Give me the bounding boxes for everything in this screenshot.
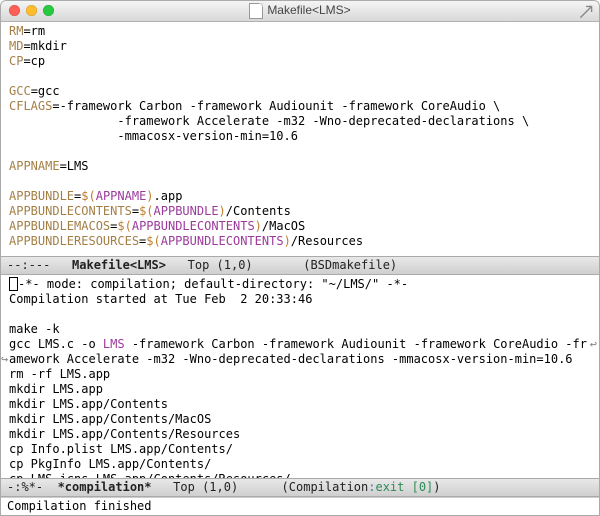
window-title-text: Makefile<LMS>	[267, 3, 350, 18]
modeline-bottom[interactable]: -:%*- *compilation* Top (1,0) (Compilati…	[1, 478, 599, 497]
point-cursor-icon	[9, 277, 18, 291]
source-line: GCC=gcc	[9, 84, 591, 99]
source-line	[9, 69, 591, 84]
compilation-line: mkdir LMS.app/Contents	[9, 397, 591, 412]
source-line: -framework Accelerate -m32 -Wno-deprecat…	[9, 114, 591, 129]
source-line: CFLAGS=-framework Carbon -framework Audi…	[9, 99, 591, 114]
source-pane[interactable]: RM=rmMD=mkdirCP=cp GCC=gccCFLAGS=-framew…	[1, 22, 599, 256]
modeline-mod: --:---	[7, 258, 72, 272]
compilation-line: gcc LMS.c -o LMS -framework Carbon -fram…	[9, 337, 591, 352]
modeline-tail: )	[433, 480, 440, 494]
source-line	[9, 144, 591, 159]
modeline-mode: (BSDmakefile)	[303, 258, 397, 272]
compilation-line: make -k	[9, 322, 591, 337]
modeline-pos: Top (1,0) (Compilation	[152, 480, 369, 494]
modeline-pos: Top (1,0)	[166, 258, 303, 272]
compilation-line: cp LMS.icns LMS.app/Contents/Resources/	[9, 472, 591, 479]
modeline-mod: -:%*-	[7, 480, 58, 494]
compilation-line: cp PkgInfo LMS.app/Contents/	[9, 457, 591, 472]
compilation-pane[interactable]: -*- mode: compilation; default-directory…	[1, 275, 599, 479]
modeline-top[interactable]: --:--- Makefile<LMS> Top (1,0) (BSDmakef…	[1, 256, 599, 275]
compilation-line: mkdir LMS.app	[9, 382, 591, 397]
document-icon	[249, 3, 263, 19]
source-line	[9, 174, 591, 189]
source-line: CP=cp	[9, 54, 591, 69]
compilation-header: Compilation started at Tue Feb 2 20:33:4…	[9, 292, 591, 307]
source-line: APPNAME=LMS	[9, 159, 591, 174]
source-line: -mmacosx-version-min=10.6	[9, 129, 591, 144]
compilation-line: ↪amework Accelerate -m32 -Wno-deprecated…	[9, 352, 591, 367]
proxy-icon[interactable]	[579, 5, 593, 19]
source-line: APPBUNDLERESOURCES=$(APPBUNDLECONTENTS)/…	[9, 234, 591, 249]
line-wrap-left-icon: ↪	[1, 352, 8, 367]
compilation-line: cp Info.plist LMS.app/Contents/	[9, 442, 591, 457]
window-title: Makefile<LMS>	[1, 3, 599, 19]
modeline-exit: exit [0]	[375, 480, 433, 494]
source-line: APPBUNDLEMACOS=$(APPBUNDLECONTENTS)/MacO…	[9, 219, 591, 234]
compilation-line: mkdir LMS.app/Contents/Resources	[9, 427, 591, 442]
compilation-header: -*- mode: compilation; default-directory…	[9, 277, 591, 292]
compilation-line: mkdir LMS.app/Contents/MacOS	[9, 412, 591, 427]
titlebar[interactable]: Makefile<LMS>	[1, 1, 599, 22]
source-line: APPBUNDLECONTENTS=$(APPBUNDLE)/Contents	[9, 204, 591, 219]
modeline-buffer: Makefile<LMS>	[72, 258, 166, 272]
source-line: MD=mkdir	[9, 39, 591, 54]
echo-area: Compilation finished	[1, 497, 599, 515]
compilation-line	[9, 307, 591, 322]
source-line: APPBUNDLE=$(APPNAME).app	[9, 189, 591, 204]
modeline-buffer: *compilation*	[58, 480, 152, 494]
line-wrap-right-icon: ↩	[590, 337, 597, 352]
echo-text: Compilation finished	[7, 499, 152, 513]
compilation-line: rm -rf LMS.app	[9, 367, 591, 382]
editor-window: Makefile<LMS> RM=rmMD=mkdirCP=cp GCC=gcc…	[0, 0, 600, 516]
source-line: RM=rm	[9, 24, 591, 39]
